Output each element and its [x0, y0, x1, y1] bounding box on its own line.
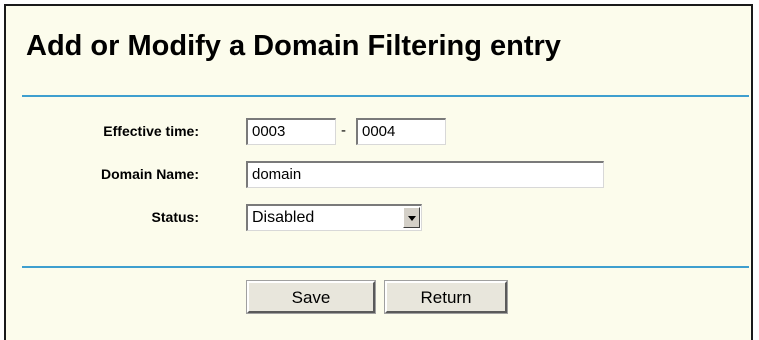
chevron-down-icon: [408, 216, 416, 221]
top-divider: [22, 95, 749, 97]
bottom-divider: [22, 266, 749, 268]
effective-time-start-input[interactable]: 0003: [246, 118, 336, 145]
effective-time-label: Effective time:: [103, 123, 199, 139]
status-selected-value: Disabled: [252, 209, 315, 226]
status-select[interactable]: Disabled: [246, 204, 422, 231]
domain-filter-panel: Add or Modify a Domain Filtering entry E…: [4, 4, 753, 340]
dropdown-arrow-button[interactable]: [403, 207, 420, 228]
return-button[interactable]: Return: [384, 280, 508, 314]
time-range-separator: -: [341, 122, 346, 139]
save-button[interactable]: Save: [246, 280, 376, 314]
status-label: Status:: [151, 209, 199, 225]
effective-time-end-input[interactable]: 0004: [356, 118, 446, 145]
domain-name-label: Domain Name:: [100, 166, 199, 182]
page-title: Add or Modify a Domain Filtering entry: [26, 30, 561, 62]
domain-name-input[interactable]: domain: [246, 161, 604, 188]
